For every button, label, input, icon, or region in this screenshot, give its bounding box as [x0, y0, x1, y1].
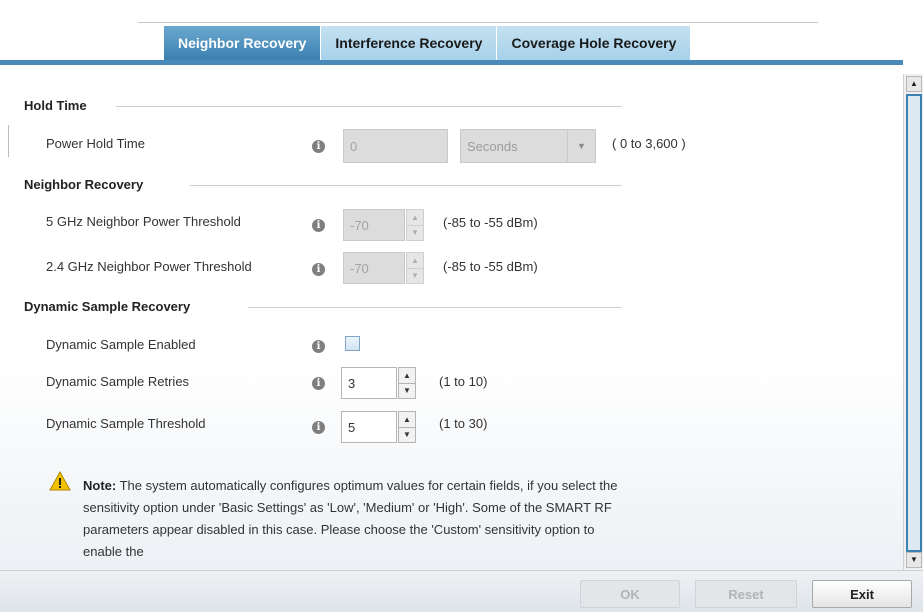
exit-button[interactable]: Exit [812, 580, 912, 608]
sensitivity-note: Note: The system automatically configure… [83, 475, 623, 563]
section-rule-hold-time [116, 106, 622, 107]
arrow-down-icon[interactable]: ▼ [407, 269, 423, 284]
arrow-up-icon[interactable]: ▲ [407, 253, 423, 269]
tab-interference-recovery[interactable]: Interference Recovery [321, 26, 498, 60]
scrollbar-thumb[interactable] [906, 94, 922, 552]
ok-button[interactable]: OK [580, 580, 680, 608]
dynamic-sample-retries-input[interactable]: 3 [341, 367, 397, 399]
header-rule [138, 22, 818, 23]
chevron-down-icon: ▼ [567, 130, 595, 162]
tab-bar: Neighbor Recovery Interference Recovery … [164, 26, 692, 60]
arrow-down-icon[interactable]: ▼ [407, 226, 423, 241]
left-edge-marker [8, 125, 9, 157]
tab-neighbor-recovery[interactable]: Neighbor Recovery [164, 26, 322, 60]
info-icon[interactable]: i [312, 340, 325, 353]
ghz24-threshold-label: 2.4 GHz Neighbor Power Threshold [46, 259, 252, 274]
ghz5-threshold-stepper[interactable]: ▲ ▼ [406, 209, 424, 241]
section-title-dynamic-sample-recovery: Dynamic Sample Recovery [24, 299, 191, 314]
vertical-scrollbar[interactable]: ▲ ▼ [903, 74, 923, 570]
note-prefix: Note: [83, 478, 117, 493]
ghz24-threshold-stepper[interactable]: ▲ ▼ [406, 252, 424, 284]
dynamic-sample-retries-range: (1 to 10) [439, 374, 488, 389]
ghz24-threshold-range: (-85 to -55 dBm) [443, 259, 538, 274]
arrow-down-icon[interactable]: ▼ [399, 384, 415, 399]
dynamic-sample-retries-stepper[interactable]: ▲ ▼ [398, 367, 416, 399]
ghz5-threshold-input[interactable]: -70 [343, 209, 405, 241]
tab-underline [0, 60, 903, 65]
info-icon[interactable]: i [312, 140, 325, 153]
power-hold-time-label: Power Hold Time [46, 136, 145, 151]
reset-button[interactable]: Reset [695, 580, 797, 608]
arrow-up-icon[interactable]: ▲ [407, 210, 423, 226]
dynamic-sample-enabled-label: Dynamic Sample Enabled [46, 337, 196, 352]
scroll-up-icon[interactable]: ▲ [906, 76, 922, 92]
dynamic-sample-threshold-range: (1 to 30) [439, 416, 488, 431]
footer-bar: OK Reset Exit [0, 570, 923, 612]
section-title-neighbor-recovery: Neighbor Recovery [24, 177, 144, 192]
info-icon[interactable]: i [312, 219, 325, 232]
dynamic-sample-threshold-label: Dynamic Sample Threshold [46, 416, 206, 431]
arrow-up-icon[interactable]: ▲ [399, 368, 415, 384]
power-hold-time-range: ( 0 to 3,600 ) [612, 136, 686, 151]
dynamic-sample-enabled-checkbox[interactable] [345, 336, 360, 351]
warning-icon [49, 471, 71, 491]
info-icon[interactable]: i [312, 263, 325, 276]
ghz5-threshold-range: (-85 to -55 dBm) [443, 215, 538, 230]
ghz5-threshold-label: 5 GHz Neighbor Power Threshold [46, 214, 241, 229]
arrow-down-icon[interactable]: ▼ [399, 428, 415, 443]
power-hold-time-input[interactable]: 0 [343, 129, 448, 163]
dynamic-sample-threshold-input[interactable]: 5 [341, 411, 397, 443]
ghz24-threshold-input[interactable]: -70 [343, 252, 405, 284]
power-hold-time-unit-select[interactable]: Seconds ▼ [460, 129, 596, 163]
note-text: The system automatically configures opti… [83, 478, 618, 559]
section-title-hold-time: Hold Time [24, 98, 87, 113]
dynamic-sample-retries-label: Dynamic Sample Retries [46, 374, 190, 389]
info-icon[interactable]: i [312, 421, 325, 434]
arrow-up-icon[interactable]: ▲ [399, 412, 415, 428]
tab-coverage-hole-recovery[interactable]: Coverage Hole Recovery [497, 26, 692, 60]
scroll-down-icon[interactable]: ▼ [906, 552, 922, 568]
section-rule-dynamic-sample [248, 307, 622, 308]
info-icon[interactable]: i [312, 377, 325, 390]
unit-select-value: Seconds [467, 138, 518, 154]
dynamic-sample-threshold-stepper[interactable]: ▲ ▼ [398, 411, 416, 443]
section-rule-neighbor-recovery [190, 185, 622, 186]
